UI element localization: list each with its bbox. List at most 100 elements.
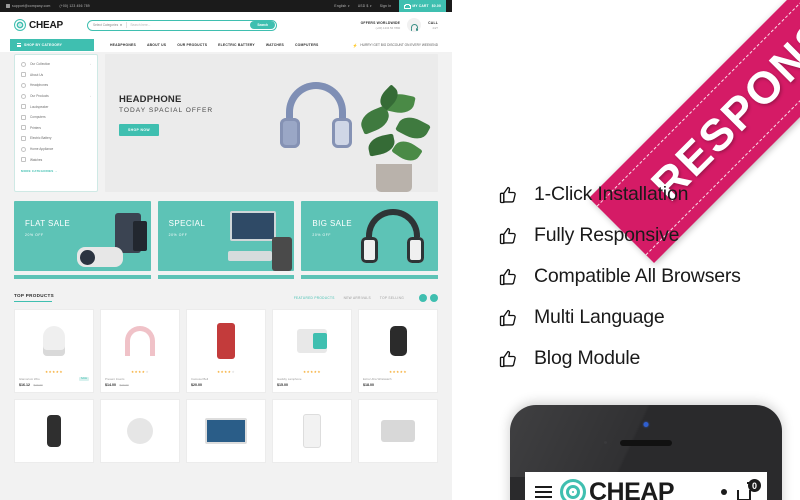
category-sidebar: Our Collection › About Us Headphones Our… — [14, 54, 98, 192]
language-selector[interactable]: English — [334, 4, 349, 8]
feature-item: Multi Language — [498, 306, 741, 329]
product-card[interactable]: ★★★★★ Extra Ultra Wristwatch $18.00 — [358, 308, 438, 394]
search-button[interactable]: Search — [250, 20, 276, 30]
feature-list: 1-Click Installation Fully Responsive Co… — [498, 183, 741, 370]
sidebar-item-printers[interactable]: Printers — [15, 123, 97, 134]
sidebar-item-about-us[interactable]: About Us — [15, 70, 97, 81]
sign-in-link[interactable]: Sign In — [380, 4, 392, 8]
product-card[interactable]: ★★★★★ Glamorium Wire SALE $16.12 $20.00 — [14, 308, 94, 394]
collection-icon — [21, 61, 26, 67]
nav-item-headphones[interactable]: HEADPHONES — [110, 43, 136, 47]
topbar-phone[interactable]: (+00) 123 456 789 — [58, 4, 90, 410]
sidebar-item-home-appliance[interactable]: Home Appliance — [15, 144, 97, 155]
hero-shop-now-button[interactable]: SHOP NOW — [119, 124, 159, 136]
section-underline — [14, 300, 52, 302]
support-info: OFFERS WORLDWIDE (+00) 1234 56 7890 — [361, 21, 401, 30]
product-card[interactable]: ★★★★★ Present Inserts $14.00 $20.00 — [100, 308, 180, 394]
sidebar-label: Home Appliance — [30, 147, 54, 152]
fingerprint-logo-icon — [14, 19, 26, 31]
laptop-image — [230, 211, 277, 241]
next-arrow-icon[interactable]: › — [430, 293, 438, 302]
nav-item-computers[interactable]: COMPUTERS — [295, 43, 318, 47]
product-card[interactable] — [100, 399, 180, 464]
promo-title: SPECIAL — [168, 219, 206, 228]
search-input[interactable]: Search here... — [130, 23, 250, 27]
product-card[interactable]: ★★★★★ Gadsby Lamphone $15.00 — [272, 308, 352, 394]
feature-item: Fully Responsive — [498, 224, 741, 247]
proximity-sensor-icon — [604, 441, 607, 444]
product-price: $16.12 — [19, 383, 30, 388]
product-price: $18.00 — [363, 383, 374, 388]
hamburger-menu-icon[interactable] — [535, 485, 552, 499]
product-name-row: Glamorium Wire SALE — [19, 376, 89, 381]
product-old-price: $20.00 — [119, 383, 129, 388]
product-card[interactable] — [272, 399, 352, 464]
more-categories-link[interactable]: MORE CATEGORIES → — [15, 165, 97, 174]
product-grid-row-2 — [0, 399, 452, 464]
feature-label: Fully Responsive — [534, 224, 680, 246]
product-card[interactable]: ★★★★★ Carousel Bell $20.00 — [186, 308, 266, 394]
search-bar[interactable]: Select Categories Search here... Search — [87, 19, 278, 31]
promo-banner-big-sale[interactable]: BIG SALE 20% OFF — [301, 201, 439, 279]
sidebar-item-loudspeaker[interactable]: Loudspeaker — [15, 101, 97, 112]
promo-text: SPECIAL 20% OFF — [169, 219, 206, 237]
info-icon — [21, 72, 26, 78]
nav-item-electric-battery[interactable]: ELECTRIC BATTERY — [218, 43, 255, 47]
keyboard-image — [228, 251, 273, 261]
promo-discount: 20% OFF — [168, 233, 188, 237]
search-category-dropdown[interactable]: Select Categories — [93, 23, 122, 27]
thumbs-up-icon — [498, 226, 518, 246]
product-old-price: $20.00 — [33, 383, 43, 388]
topbar-email-text: support@company.com — [12, 4, 51, 8]
product-price-row: $18.00 — [363, 383, 433, 387]
shop-by-category-button[interactable]: SHOP BY CATEGORY — [10, 39, 94, 51]
sidebar-item-headphones[interactable]: Headphones — [15, 80, 97, 91]
my-cart-button[interactable]: MY CART $0.00 — [399, 0, 446, 12]
phone-image — [132, 221, 147, 251]
user-icon[interactable] — [721, 489, 727, 495]
product-card[interactable] — [14, 399, 94, 464]
product-card[interactable] — [358, 399, 438, 464]
marketing-panel: RESPONSIVE 1-Click Installation Fully Re… — [452, 0, 800, 500]
product-grid-row-1: ★★★★★ Glamorium Wire SALE $16.12 $20.00 … — [0, 308, 452, 394]
site-logo[interactable]: CHEAP — [14, 19, 63, 31]
product-price-row: $16.12 $20.00 — [19, 383, 89, 387]
tab-featured-products[interactable]: FEATURED PRODUCTS — [294, 296, 335, 300]
rating-stars: ★★★★★ — [44, 369, 64, 374]
rating-stars: ★★★★★ — [130, 369, 150, 374]
hero-banner[interactable]: HEADPHONE TODAY SPACIAL OFFER SHOP NOW — [105, 54, 438, 192]
promo-banner-flat-sale[interactable]: FLAT SALE 20% OFF — [14, 201, 151, 279]
cart-label: MY CART — [412, 4, 429, 8]
product-name: Present Inserts — [105, 376, 125, 381]
sidebar-item-electric-battery[interactable]: Electric Battery — [15, 133, 97, 144]
tab-top-selling[interactable]: TOP SELLING — [380, 296, 404, 300]
product-name-row: Present Inserts — [105, 377, 175, 381]
promo-discount: 20% OFF — [312, 233, 332, 237]
prev-arrow-icon[interactable]: ‹ — [419, 293, 427, 302]
menu-icon — [17, 43, 21, 47]
header-support-group: OFFERS WORLDWIDE (+00) 1234 56 7890 CALL… — [361, 18, 438, 33]
call-info: CALL 24/7 — [428, 21, 438, 30]
sidebar-item-computers[interactable]: Computers — [15, 112, 97, 123]
topbar-email[interactable]: support@company.com — [6, 4, 50, 8]
support-sub: (+00) 1234 56 7890 — [375, 25, 401, 30]
nav-item-watches[interactable]: WATCHES — [266, 43, 284, 47]
nav-item-about-us[interactable]: ABOUT US — [147, 43, 166, 47]
mobile-cart-icon[interactable]: 0 — [737, 479, 761, 500]
site-header: CHEAP Select Categories Search here... S… — [0, 12, 452, 38]
product-tag: SALE — [78, 376, 89, 381]
sidebar-label: Our Collection — [30, 62, 51, 67]
sidebar-item-our-products[interactable]: Our Products › — [15, 91, 97, 102]
sidebar-item-watches[interactable]: Watches — [15, 154, 97, 165]
sidebar-item-our-collection[interactable]: Our Collection › — [15, 59, 97, 70]
search-divider — [125, 22, 127, 28]
mobile-logo[interactable]: CHEAP — [560, 478, 675, 500]
watch-icon — [21, 157, 26, 163]
sidebar-label: Headphones — [30, 83, 49, 88]
currency-selector[interactable]: USD $ — [358, 4, 372, 8]
product-name: Gadsby Lamphone — [277, 376, 302, 381]
tab-new-arrivals[interactable]: NEW ARRIVALS — [344, 296, 371, 300]
promo-banner-special[interactable]: SPECIAL 20% OFF — [157, 201, 295, 279]
product-card[interactable] — [186, 399, 266, 464]
nav-item-our-products[interactable]: OUR PRODUCTS — [177, 43, 207, 47]
